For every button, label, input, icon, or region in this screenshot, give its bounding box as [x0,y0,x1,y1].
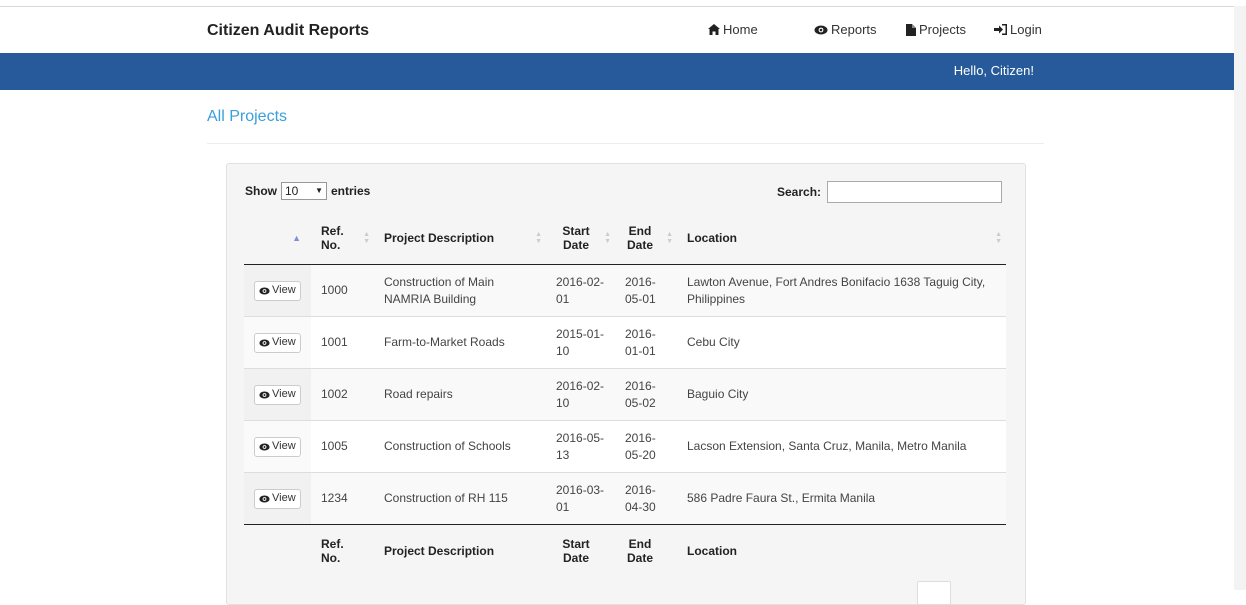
cell-description: Construction of RH 115 [374,472,546,525]
column-header-end[interactable]: End Date ▲ ▼ [615,212,677,265]
login-icon [994,24,1007,35]
eye-icon [259,338,270,347]
footer-header-ref: Ref. No. [311,524,374,577]
nav-login-label: Login [1010,22,1042,37]
search-control: Search: [777,181,1003,203]
cell-end-date: 2016-01-01 [615,316,677,369]
home-icon [708,24,720,35]
cell-ref: 1000 [311,264,374,317]
entries-select[interactable]: 10 ▼ [281,182,327,200]
column-header-description[interactable]: Project Description ▲ ▼ [374,212,546,265]
sort-icon: ▲ ▼ [363,231,370,245]
nav-projects-label: Projects [919,22,966,37]
search-input[interactable] [827,181,1003,203]
page-scrollbar[interactable] [1234,6,1246,590]
sort-icon: ▲ ▼ [535,231,542,245]
file-icon [906,23,916,36]
sort-icon: ▲ ▼ [666,231,673,245]
sort-icon: ▲ ▼ [604,231,611,245]
brand-title[interactable]: Citizen Audit Reports [207,22,369,40]
page-title[interactable]: All Projects [207,108,287,126]
column-header-ref-label: Ref. No. [321,224,344,252]
length-suffix: entries [331,184,371,198]
eye-icon [259,494,270,503]
table-row: View 1001 Farm-to-Market Roads 2015-01-1… [244,316,1006,369]
nav-reports[interactable]: Reports [814,22,877,37]
cell-location: Baguio City [677,368,1006,421]
column-header-ref[interactable]: Ref. No. ▲ ▼ [311,212,374,265]
cell-start-date: 2015-01-10 [546,316,615,369]
column-header-start[interactable]: Start Date ▲ ▼ [546,212,615,265]
cell-end-date: 2016-05-02 [615,368,677,421]
column-header-location[interactable]: Location ▲ ▼ [677,212,1006,265]
view-button[interactable]: View [254,280,301,301]
cell-start-date: 2016-02-01 [546,264,615,317]
sort-ascending-icon: ▲ [292,233,301,243]
cell-end-date: 2016-04-30 [615,472,677,525]
footer-header-action [244,524,311,577]
navbar: Citizen Audit Reports Home Reports Proje… [0,7,1246,53]
table-row: View 1000 Construction of Main NAMRIA Bu… [244,264,1006,317]
cell-end-date: 2016-05-20 [615,420,677,473]
cell-start-date: 2016-02-10 [546,368,615,421]
cell-start-date: 2016-03-01 [546,472,615,525]
footer-header-location: Location [677,524,1006,577]
footer-header-start: Start Date [546,524,615,577]
cell-location: Cebu City [677,316,1006,369]
window-top-border [0,0,1246,7]
nav-login[interactable]: Login [994,22,1042,37]
eye-icon [814,25,828,34]
cell-ref: 1002 [311,368,374,421]
table-row: View 1234 Construction of RH 115 2016-03… [244,472,1006,525]
column-header-description-label: Project Description [384,231,495,245]
eye-icon [259,442,270,451]
pagination-button[interactable] [917,581,951,605]
length-prefix: Show [245,184,277,198]
cell-start-date: 2016-05-13 [546,420,615,473]
cell-end-date: 2016-05-01 [615,264,677,317]
greeting-banner: Hello, Citizen! [0,53,1234,90]
footer-header-end: End Date [615,524,677,577]
entries-select-value: 10 [285,184,299,198]
footer-header-description: Project Description [374,524,546,577]
cell-location: Lawton Avenue, Fort Andres Bonifacio 163… [677,264,1006,317]
greeting-text: Hello, Citizen! [953,63,1034,78]
eye-icon [259,390,270,399]
cell-ref: 1234 [311,472,374,525]
projects-table: ▲ Ref. No. ▲ ▼ Project Description ▲ ▼ Sta… [244,212,1006,577]
cell-description: Construction of Schools [374,420,546,473]
cell-description: Road repairs [374,368,546,421]
cell-location: 586 Padre Faura St., Ermita Manila [677,472,1006,525]
nav-home-label: Home [723,22,758,37]
table-row: View 1002 Road repairs 2016-02-10 2016-0… [244,368,1006,421]
cell-description: Farm-to-Market Roads [374,316,546,369]
cell-description: Construction of Main NAMRIA Building [374,264,546,317]
column-header-action[interactable]: ▲ [244,212,311,265]
table-row: View 1005 Construction of Schools 2016-0… [244,420,1006,473]
projects-panel: Show 10 ▼ entries Search: ▲ Ref. No. ▲ ▼ … [226,163,1026,605]
nav-reports-label: Reports [831,22,877,37]
nav-home[interactable]: Home [708,22,758,37]
column-header-start-label: Start Date [562,224,590,252]
column-header-end-label: End Date [626,224,653,252]
cell-ref: 1005 [311,420,374,473]
entries-length-control: Show 10 ▼ entries [245,182,370,200]
view-button[interactable]: View [254,436,301,457]
divider [207,143,1044,144]
nav-projects[interactable]: Projects [906,22,966,37]
view-button[interactable]: View [254,384,301,405]
cell-ref: 1001 [311,316,374,369]
view-button[interactable]: View [254,488,301,509]
eye-icon [259,286,270,295]
cell-location: Lacson Extension, Santa Cruz, Manila, Me… [677,420,1006,473]
search-label: Search: [777,185,822,199]
sort-icon: ▲ ▼ [995,231,1002,245]
column-header-location-label: Location [687,231,737,245]
chevron-down-icon: ▼ [315,186,323,195]
view-button[interactable]: View [254,332,301,353]
